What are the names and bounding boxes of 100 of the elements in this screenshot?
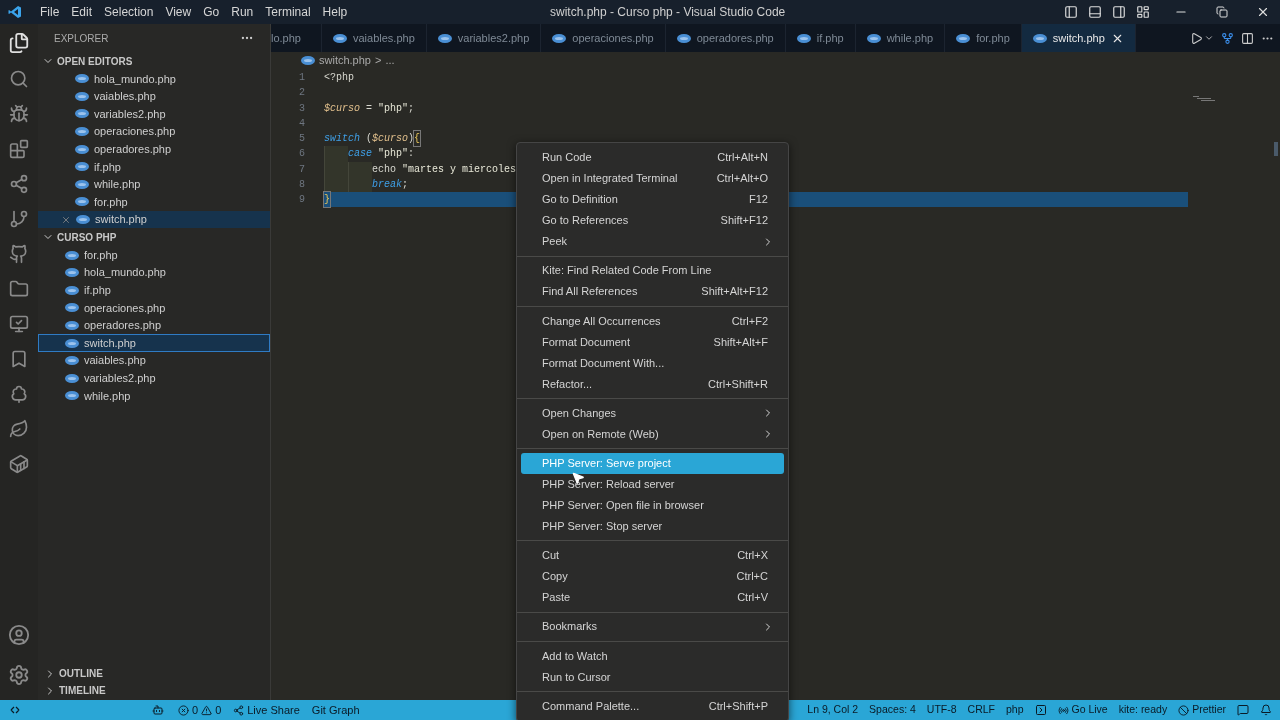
menu-item[interactable]: Go to Definition F12 (521, 189, 784, 210)
menu-item[interactable]: Go to References Shift+F12 (521, 210, 784, 231)
shortcut-label: Ctrl+F2 (731, 313, 768, 329)
explorer-entry[interactable]: while.php (38, 387, 270, 405)
menu-item[interactable]: Open on Remote (Web) (521, 423, 784, 445)
menu-item[interactable]: View (159, 3, 198, 21)
editor-tab[interactable]: vaiables.php (322, 24, 427, 52)
status-item[interactable]: Spaces: 4 (869, 702, 916, 718)
menu-item[interactable]: Add to Watch (521, 645, 784, 667)
explorer-entry[interactable]: operadores.php (38, 316, 270, 335)
explorer-entry[interactable]: hola_mundo.php (38, 263, 270, 282)
menu-item[interactable]: PHP Server: Stop server (521, 515, 784, 537)
breadcrumb-separator: > (375, 53, 382, 69)
menu-item[interactable]: Copy Ctrl+C (521, 565, 784, 587)
menu-item[interactable]: Open Changes (521, 402, 784, 424)
status-item[interactable]: Git Graph (311, 701, 360, 719)
file-name: if.php (94, 159, 121, 175)
menu-item[interactable]: Cut Ctrl+X (521, 544, 784, 566)
status-item[interactable]: Live Share (233, 701, 300, 719)
file-name: vaiables.php (84, 353, 146, 369)
section-header[interactable]: TIMELINE (38, 682, 270, 699)
shortcut-label: Ctrl+V (737, 590, 768, 606)
line-number: 1 (298, 71, 306, 86)
menu-item[interactable]: Run Code Ctrl+Alt+N (521, 147, 784, 168)
breadcrumb-item[interactable]: ... (385, 52, 395, 69)
menu-item[interactable]: Edit (65, 3, 99, 21)
menu-item[interactable]: Terminal (259, 3, 317, 21)
file-name: if.php (84, 283, 111, 299)
editor-tab[interactable]: variables2.php (426, 24, 542, 52)
explorer-entry[interactable]: if.php (38, 281, 270, 300)
explorer-entry[interactable]: switch.php (38, 334, 270, 352)
line-number: 3 (298, 101, 306, 116)
editor-tab[interactable]: switch.php (1021, 24, 1136, 52)
breadcrumb-item[interactable]: switch.php (319, 52, 371, 69)
menu-item[interactable]: Bookmarks (521, 616, 784, 638)
file-name: hola_mundo.php (84, 265, 166, 281)
explorer-entry[interactable]: for.php (38, 246, 270, 264)
explorer-entry[interactable]: hola_mundo.php (38, 70, 270, 88)
line-number: 5 (298, 132, 306, 147)
file-name: variables2.php (94, 106, 166, 122)
file-name: hola_mundo.php (94, 71, 176, 87)
go-live-button[interactable]: Go Live (1057, 702, 1108, 718)
menu-item[interactable]: PHP Server: Reload server (521, 473, 784, 495)
status-item[interactable]: php (1006, 702, 1024, 718)
explorer-entry[interactable]: variables2.php (38, 105, 270, 123)
section-header[interactable]: OUTLINE (38, 665, 270, 682)
status-item[interactable]: Ln 9, Col 2 (807, 702, 859, 718)
file-name: vaiables.php (94, 89, 156, 105)
explorer-entry[interactable]: vaiables.php (38, 351, 270, 370)
problems-button[interactable]: 0 0 (178, 701, 222, 719)
explorer-entry[interactable]: operadores.php (38, 140, 270, 158)
menu-item[interactable]: Selection (98, 3, 160, 21)
shortcut-label: Shift+Alt+F (713, 334, 768, 350)
menu-item[interactable]: Run (225, 3, 260, 21)
menu-item[interactable]: Command Palette... Ctrl+Shift+P (521, 695, 784, 717)
menu-item[interactable]: Change All Occurrences Ctrl+F2 (521, 310, 784, 332)
menu-item[interactable]: Format Document Shift+Alt+F (521, 331, 784, 353)
menu-item[interactable]: Kite: Find Related Code From Line (521, 260, 784, 282)
explorer-entry[interactable]: while.php (38, 175, 270, 194)
menu-item[interactable]: Peek (521, 231, 784, 252)
menu-item[interactable]: Format Document With... (521, 352, 784, 374)
editor-tab[interactable]: if.php (785, 24, 856, 52)
menu-item[interactable]: Help (316, 3, 354, 21)
explorer-entry[interactable]: operaciones.php (38, 122, 270, 141)
status-item[interactable]: kite: ready (1118, 702, 1168, 718)
explorer-entry[interactable]: for.php (38, 193, 270, 211)
code-line: <?php (324, 71, 355, 86)
menu-item[interactable]: Paste Ctrl+V (521, 586, 784, 608)
file-name: operaciones.php (94, 124, 176, 140)
menu-item[interactable]: File (34, 3, 66, 21)
menu-item[interactable]: Go (197, 3, 226, 21)
menu-item[interactable]: Find All References Shift+Alt+F12 (521, 281, 784, 303)
editor-tab[interactable]: operaciones.php (541, 24, 666, 52)
editor-tab[interactable]: operadores.php (665, 24, 786, 52)
prettier-button[interactable]: Prettier (1178, 702, 1226, 718)
file-name: operadores.php (94, 141, 172, 157)
status-item[interactable]: CRLF (967, 702, 995, 718)
explorer-entry[interactable]: switch.php (38, 210, 270, 229)
explorer-entry[interactable]: operaciones.php (38, 299, 270, 317)
section-header[interactable]: OPEN EDITORS (38, 52, 270, 70)
section-header[interactable]: CURSO PHP (38, 228, 270, 247)
explorer-entry[interactable]: vaiables.php (38, 87, 270, 106)
file-name: switch.php (95, 212, 147, 228)
explorer-entry[interactable]: if.php (38, 157, 270, 176)
line-number: 7 (298, 162, 306, 177)
menu-item[interactable]: Refactor... Ctrl+Shift+R (521, 373, 784, 395)
editor-tab[interactable]: while.php (855, 24, 946, 52)
file-name: for.php (84, 247, 118, 263)
menu-item[interactable]: PHP Server: Open file in browser (521, 494, 784, 516)
line-number: 8 (298, 177, 306, 192)
editor-tab[interactable]: for.php (945, 24, 1022, 52)
status-item[interactable]: UTF-8 (926, 702, 957, 718)
file-name: while.php (94, 177, 141, 193)
menu-item[interactable]: Run to Cursor (521, 666, 784, 688)
shortcut-label: Ctrl+C (736, 569, 768, 585)
file-name: while.php (84, 388, 131, 404)
shortcut-label: Ctrl+Shift+R (708, 376, 768, 392)
shortcut-label: Ctrl+Alt+O (716, 171, 768, 187)
editor-tab[interactable]: lo.php (271, 24, 322, 52)
explorer-entry[interactable]: variables2.php (38, 369, 270, 388)
